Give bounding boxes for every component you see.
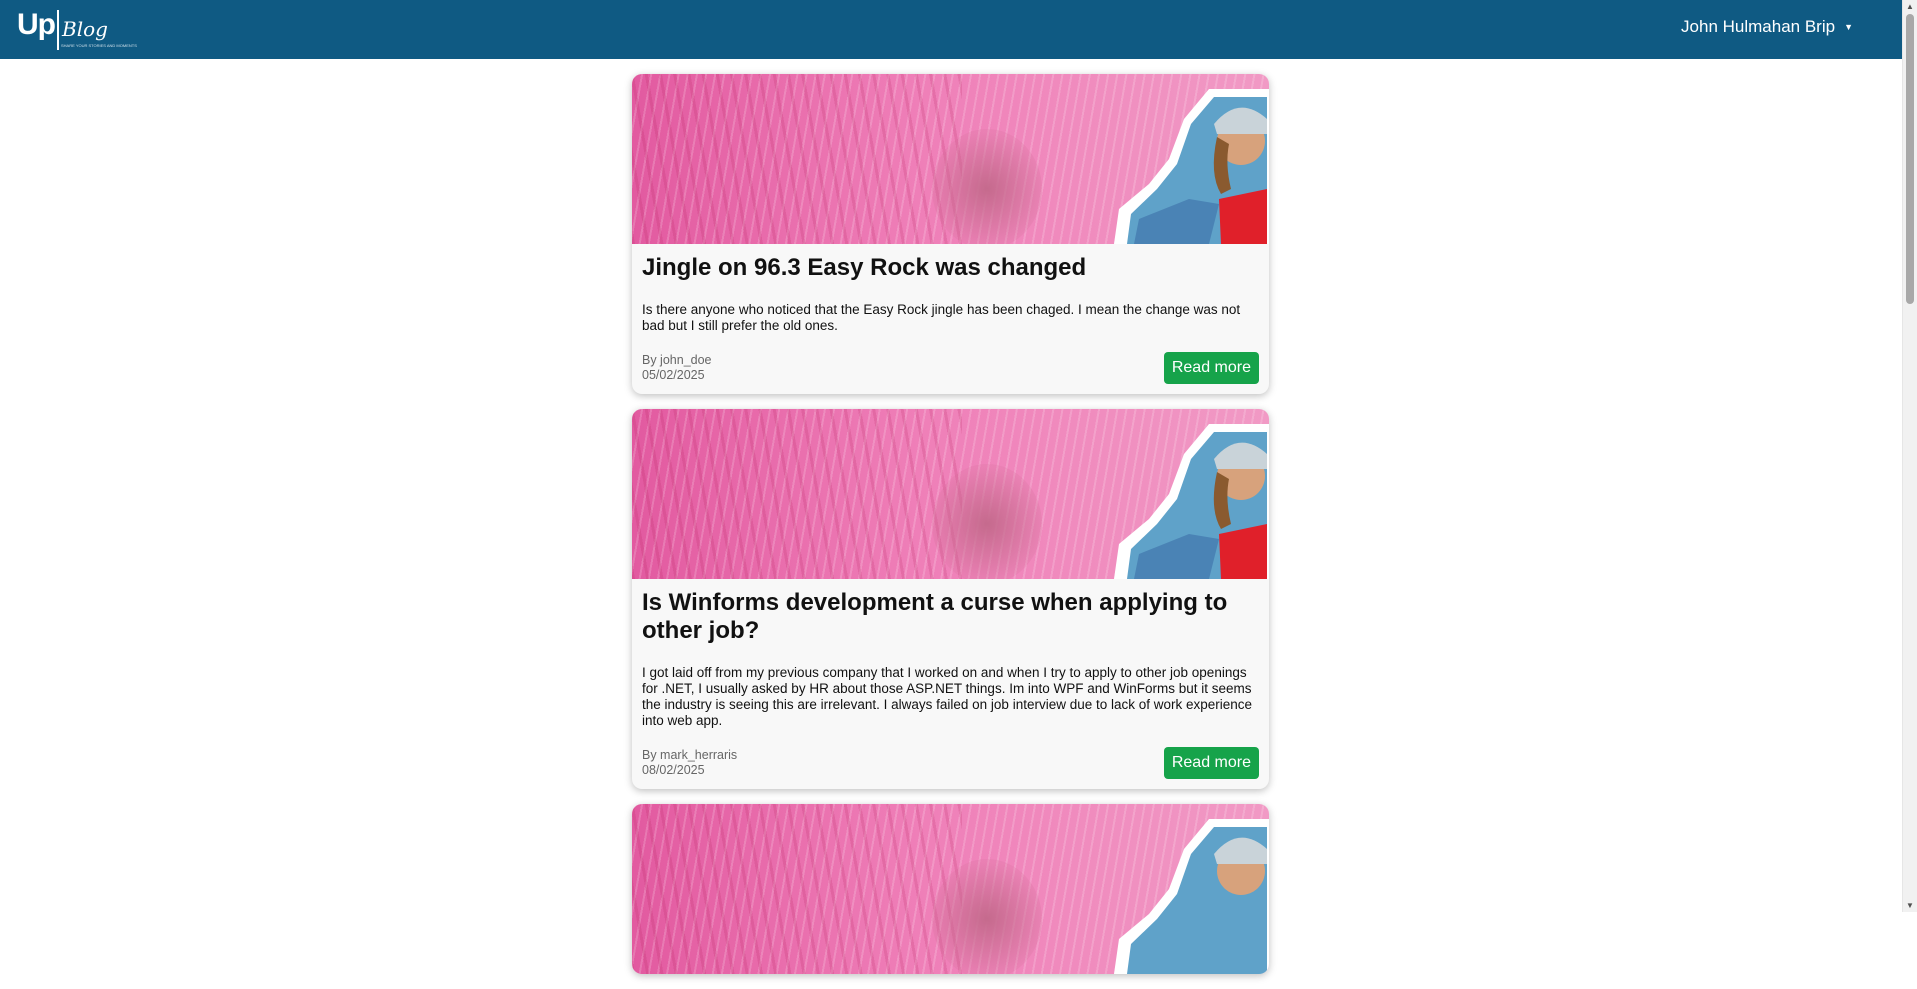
logo-tagline: SHARE YOUR STORIES AND MOMENTS: [61, 43, 137, 48]
post-feed: Jingle on 96.3 Easy Rock was changed Is …: [632, 74, 1269, 989]
post-excerpt: Is there anyone who noticed that the Eas…: [642, 302, 1241, 333]
post-title[interactable]: Is Winforms development a curse when app…: [642, 589, 1259, 645]
logo-divider: [57, 10, 59, 50]
post-author: By mark_herraris: [642, 748, 738, 762]
post-author: By john_doe: [642, 353, 712, 367]
vertical-scrollbar[interactable]: ▲ ▼: [1902, 0, 1917, 912]
cover-figure-graphic: [1114, 424, 1269, 579]
post-meta: By john_doe 05/02/2025: [642, 353, 712, 383]
user-name: John Hulmahan Brip: [1681, 17, 1836, 36]
post-card-partial: [632, 804, 1269, 974]
scroll-down-arrow-icon[interactable]: ▼: [1906, 901, 1914, 910]
logo-up-text: Up: [17, 8, 56, 41]
post-body: Jingle on 96.3 Easy Rock was changed Is …: [632, 244, 1269, 394]
post-body: Is Winforms development a curse when app…: [632, 579, 1269, 789]
post-footer: By mark_herraris 08/02/2025 Read more: [642, 747, 1259, 779]
caret-down-icon: ▼: [1844, 22, 1853, 32]
post-footer: By john_doe 05/02/2025 Read more: [642, 352, 1259, 384]
post-title[interactable]: Jingle on 96.3 Easy Rock was changed: [642, 254, 1259, 282]
cover-figure-graphic: [1114, 89, 1269, 244]
post-cover-image: [632, 409, 1269, 579]
post-cover-image: [632, 804, 1269, 974]
read-more-button[interactable]: Read more: [1163, 747, 1259, 779]
post-meta: By mark_herraris 08/02/2025: [642, 748, 737, 778]
scroll-up-arrow-icon[interactable]: ▲: [1906, 2, 1914, 11]
post-date: 05/02/2025: [642, 368, 705, 382]
post-date: 08/02/2025: [642, 763, 705, 777]
post-cover-image: [632, 74, 1269, 244]
scrollbar-thumb[interactable]: [1906, 14, 1914, 304]
upblog-logo[interactable]: Up Blog SHARE YOUR STORIES AND MOMENTS: [17, 8, 137, 54]
post-excerpt: I got laid off from my previous company …: [642, 665, 1253, 728]
navbar: Up Blog SHARE YOUR STORIES AND MOMENTS J…: [0, 0, 1903, 59]
post-card: Is Winforms development a curse when app…: [632, 409, 1269, 789]
user-menu-dropdown[interactable]: John Hulmahan Brip ▼: [1681, 17, 1853, 37]
logo-blog-text: Blog: [62, 17, 108, 41]
read-more-button[interactable]: Read more: [1163, 352, 1259, 384]
post-card: Jingle on 96.3 Easy Rock was changed Is …: [632, 74, 1269, 394]
cover-figure-graphic: [1114, 819, 1269, 974]
